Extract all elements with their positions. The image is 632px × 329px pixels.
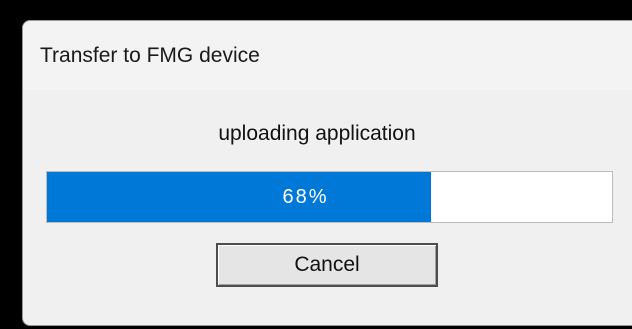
progress-bar: 68% <box>46 171 613 223</box>
status-message: uploading application <box>218 122 416 145</box>
transfer-dialog: Transfer to FMG device uploading applica… <box>22 20 632 326</box>
dialog-title: Transfer to FMG device <box>40 44 260 67</box>
progress-percent-label: 68% <box>282 185 329 208</box>
cancel-button[interactable]: Cancel <box>216 243 438 287</box>
title-bar[interactable]: Transfer to FMG device <box>23 21 632 91</box>
